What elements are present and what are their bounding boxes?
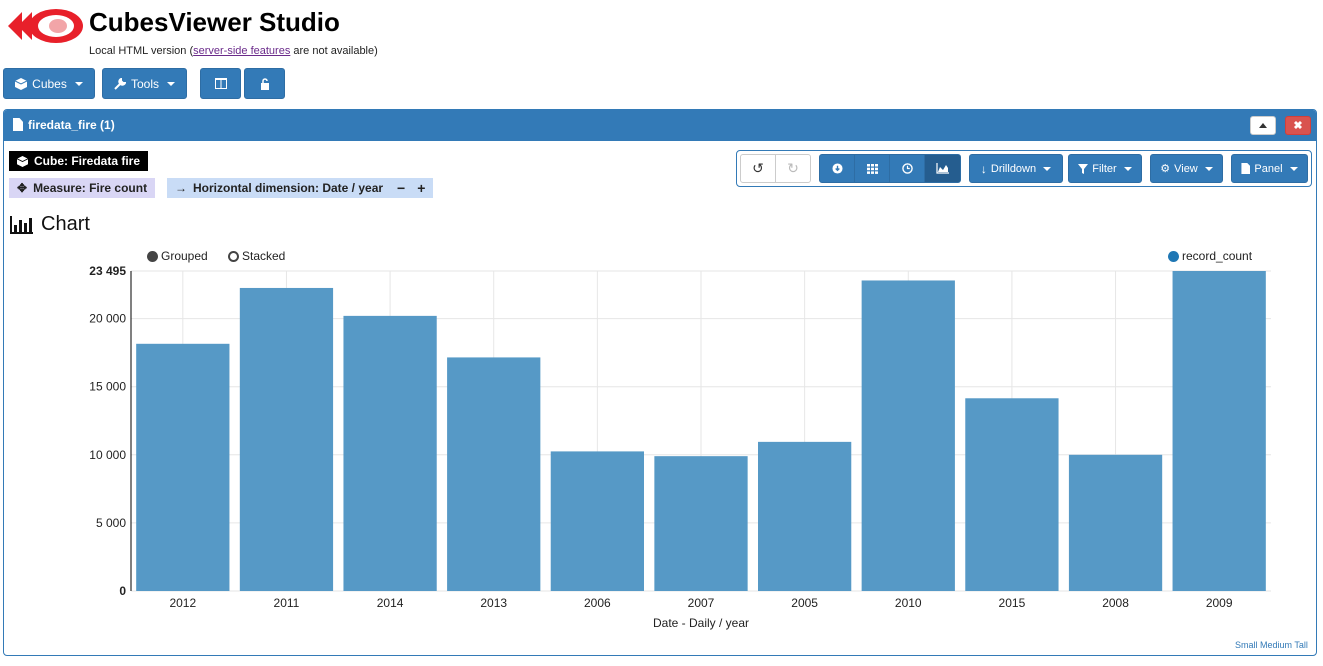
- x-tick-label: 2012: [169, 596, 196, 610]
- bar: [136, 343, 230, 591]
- x-tick-label: 2015: [999, 596, 1026, 610]
- bar: [447, 357, 541, 591]
- x-tick-label: 2010: [895, 596, 922, 610]
- x-tick-label: 2014: [377, 596, 404, 610]
- y-tick-label: 15 000: [89, 380, 126, 394]
- bar: [654, 456, 748, 591]
- bar: [861, 280, 955, 591]
- x-tick-label: 2006: [584, 596, 611, 610]
- bar: [758, 441, 852, 591]
- chart-size-links[interactable]: Small Medium Tall: [1235, 640, 1308, 650]
- x-tick-label: 2007: [688, 596, 715, 610]
- bar: [239, 287, 334, 591]
- x-tick-label: 2009: [1206, 596, 1233, 610]
- y-tick-label: 20 000: [89, 312, 126, 326]
- bar: [965, 398, 1059, 591]
- x-tick-label: 2008: [1102, 596, 1129, 610]
- bar-chart: 0 5 000 10 000 15 000 20 000 23 495 2012 2011 20…: [89, 264, 1271, 630]
- y-tick-label: 10 000: [89, 448, 126, 462]
- x-tick-label: 2005: [791, 596, 818, 610]
- x-axis-label: Date - Daily / year: [653, 616, 749, 630]
- y-tick-label: 23 495: [89, 264, 126, 278]
- y-tick-label: 5 000: [96, 516, 126, 530]
- x-tick-label: 2011: [274, 596, 300, 610]
- bar: [343, 315, 437, 591]
- bar: [550, 451, 644, 591]
- y-tick-label: 0: [119, 584, 126, 598]
- bar: [1172, 271, 1266, 591]
- bar: [1068, 454, 1163, 591]
- x-tick-label: 2013: [480, 596, 507, 610]
